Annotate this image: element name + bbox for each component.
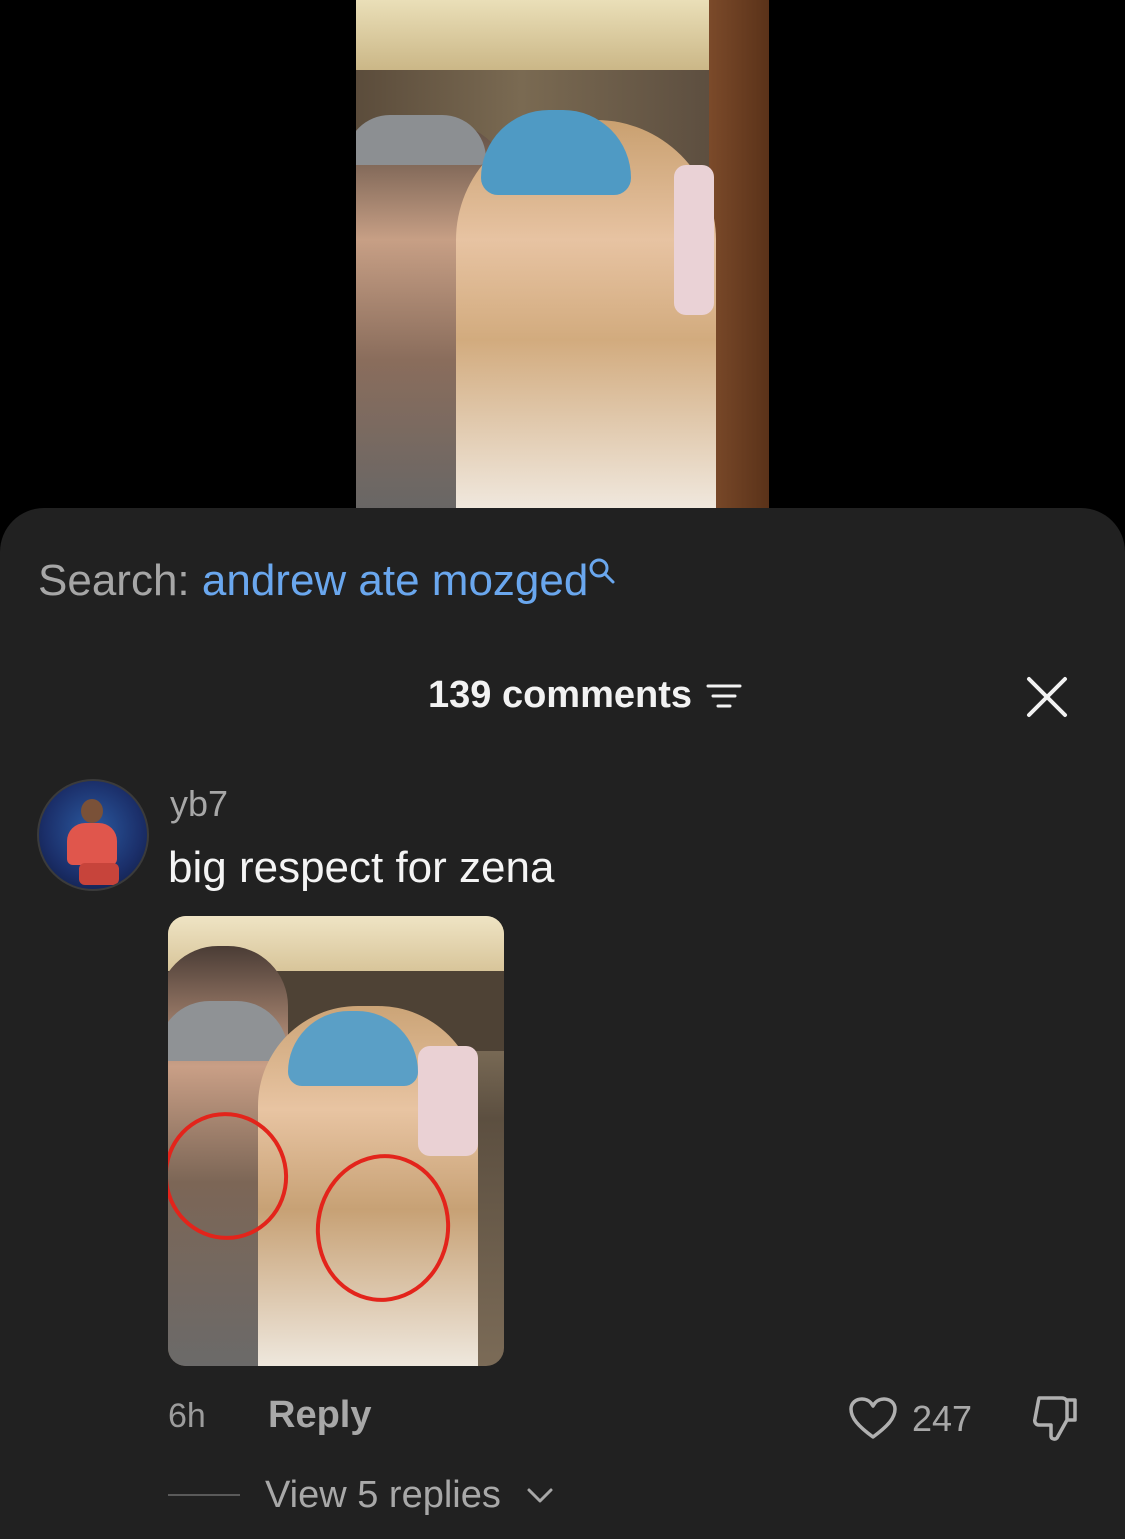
view-replies-toggle[interactable]: View 5 replies <box>168 1470 668 1520</box>
video-ceiling <box>356 0 769 70</box>
video-player[interactable] <box>356 0 769 508</box>
comments-header: 139 comments <box>0 670 1125 722</box>
search-suggestion[interactable]: Search: andrew ate mozged <box>38 555 616 607</box>
video-hat-gray <box>356 115 486 165</box>
comments-count: 139 comments <box>428 674 693 716</box>
video-doorframe <box>709 0 769 508</box>
chevron-down-icon <box>527 1488 553 1503</box>
avatar-figure-legs <box>79 863 119 885</box>
comment-image[interactable] <box>168 916 504 1366</box>
comment-timestamp: 6h <box>168 1397 206 1435</box>
replies-divider <box>168 1494 240 1496</box>
search-icon <box>589 558 615 584</box>
search-query-link[interactable]: andrew ate mozged <box>202 556 588 605</box>
close-icon[interactable] <box>1026 676 1068 718</box>
reply-button[interactable]: Reply <box>268 1394 371 1437</box>
comment-text: big respect for zena <box>168 843 555 892</box>
heart-icon[interactable] <box>848 1396 898 1440</box>
like-count: 247 <box>912 1398 973 1439</box>
search-prefix: Search: <box>38 556 190 605</box>
filter-icon[interactable] <box>706 682 742 712</box>
thumbs-down-icon[interactable] <box>1030 1394 1080 1442</box>
app-screen: Search: andrew ate mozged 139 comments y… <box>0 0 1125 1539</box>
comment-actions: 6h Reply 247 <box>168 1392 1098 1442</box>
video-phone <box>674 165 714 315</box>
avatar-figure-head <box>81 799 103 823</box>
image-phone <box>418 1046 478 1156</box>
comment-username[interactable]: yb7 <box>170 783 228 825</box>
view-replies-label[interactable]: View 5 replies <box>265 1474 501 1517</box>
avatar[interactable] <box>37 779 149 891</box>
avatar-figure-body <box>67 823 117 865</box>
